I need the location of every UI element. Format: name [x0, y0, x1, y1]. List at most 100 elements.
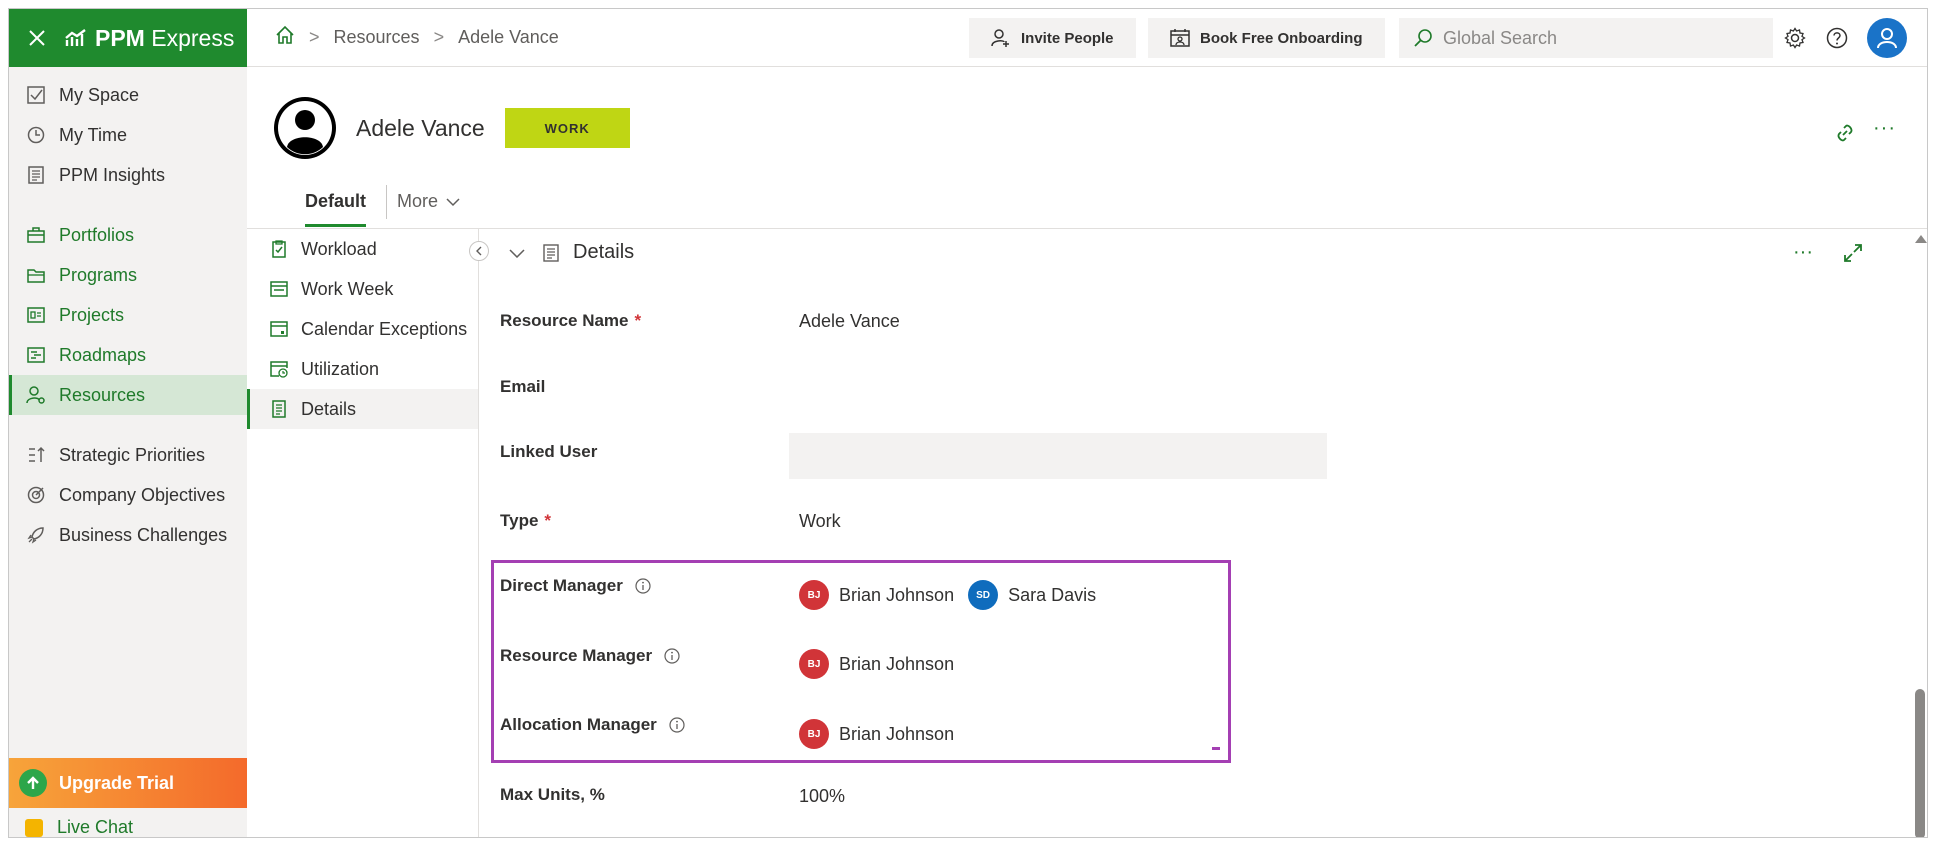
- info-icon[interactable]: [664, 648, 680, 664]
- settings-button[interactable]: [1783, 26, 1807, 50]
- add-person-icon: [991, 29, 1009, 47]
- resource-manager-field[interactable]: BJ Brian Johnson: [799, 649, 954, 679]
- allocation-manager-field[interactable]: BJ Brian Johnson: [799, 719, 954, 749]
- tab-divider: [386, 185, 388, 219]
- nav-item-label: Programs: [59, 264, 138, 285]
- linked-user-field[interactable]: [789, 433, 1327, 479]
- calendar-exception-icon: [269, 319, 289, 339]
- expand-section-button[interactable]: [1843, 243, 1863, 268]
- scrollbar-thumb[interactable]: [1915, 689, 1925, 837]
- gear-icon: [1784, 27, 1806, 49]
- breadcrumb-current: Adele Vance: [458, 27, 559, 47]
- nav-item-my-space[interactable]: My Space: [9, 75, 247, 115]
- nav-item-label: Roadmaps: [59, 344, 147, 365]
- nav-header: PPM Express: [9, 9, 247, 67]
- subnav-item-details[interactable]: Details: [247, 389, 478, 429]
- upgrade-label: Upgrade Trial: [59, 772, 175, 793]
- priority-icon: [25, 444, 47, 466]
- app-logo[interactable]: PPM Express: [65, 25, 234, 52]
- arrow-up-icon: [19, 769, 47, 797]
- tab-more[interactable]: More: [397, 179, 460, 212]
- tab-default[interactable]: Default: [305, 179, 367, 227]
- type-badge: WORK: [504, 108, 630, 148]
- help-icon: [1826, 27, 1848, 49]
- nav-item-my-time[interactable]: My Time: [9, 115, 247, 155]
- folders-icon: [25, 264, 47, 286]
- copy-link-button[interactable]: [1835, 123, 1855, 148]
- scroll-up-arrow[interactable]: [1915, 235, 1927, 243]
- type-field[interactable]: Work: [799, 511, 841, 532]
- info-icon[interactable]: [635, 578, 651, 594]
- nav-item-company-objectives[interactable]: Company Objectives: [9, 475, 247, 515]
- app-window: PPM Express My Space My Time PPM Insight…: [8, 8, 1928, 838]
- person-chip[interactable]: BJ Brian Johnson: [799, 580, 954, 610]
- email-field[interactable]: [799, 377, 1199, 401]
- direct-manager-label: Direct Manager: [500, 576, 651, 596]
- person-gear-icon: [25, 384, 47, 406]
- nav-item-strategic-priorities[interactable]: Strategic Priorities: [9, 435, 247, 475]
- upgrade-trial-button[interactable]: Upgrade Trial: [9, 758, 247, 808]
- resource-name-field[interactable]: Adele Vance: [799, 311, 900, 332]
- nav-item-portfolios[interactable]: Portfolios: [9, 215, 247, 255]
- user-avatar-button[interactable]: [1867, 18, 1907, 58]
- onboarding-label: Book Free Onboarding: [1200, 29, 1363, 47]
- chevron-down-icon: [509, 248, 525, 258]
- clipboard-check-icon: [269, 239, 289, 259]
- rocket-icon: [25, 524, 47, 546]
- subnav-item-utilization[interactable]: Utilization: [247, 349, 478, 389]
- required-marker: *: [634, 311, 642, 330]
- required-marker: *: [544, 511, 552, 530]
- nav-item-business-challenges[interactable]: Business Challenges: [9, 515, 247, 555]
- subnav-label: Work Week: [301, 278, 394, 299]
- nav-item-label: Business Challenges: [59, 524, 228, 545]
- live-chat-label: Live Chat: [57, 817, 134, 837]
- breadcrumb-resources[interactable]: Resources: [334, 27, 420, 48]
- nav-item-label: Strategic Priorities: [59, 444, 206, 465]
- person-name: Brian Johnson: [839, 723, 955, 744]
- field-label-text: Resource Name: [500, 311, 629, 330]
- tab-bar: Default More: [247, 179, 1927, 229]
- clock-icon: [25, 124, 47, 146]
- direct-manager-field[interactable]: BJ Brian Johnson SD Sara Davis: [799, 580, 1096, 610]
- details-section-header[interactable]: Details: [509, 241, 634, 264]
- live-chat-link[interactable]: Live Chat: [25, 817, 134, 837]
- nav-item-label: Company Objectives: [59, 484, 226, 505]
- resource-avatar: [274, 97, 336, 159]
- subnav-label: Details: [301, 398, 357, 419]
- nav-item-ppm-insights[interactable]: PPM Insights: [9, 155, 247, 195]
- search-icon: [1414, 29, 1432, 47]
- nav-item-label: Resources: [59, 384, 146, 405]
- max-units-field[interactable]: 100%: [799, 786, 845, 807]
- info-icon[interactable]: [669, 717, 685, 733]
- nav-item-roadmaps[interactable]: Roadmaps: [9, 335, 247, 375]
- global-search-input[interactable]: Global Search: [1399, 18, 1773, 58]
- subnav-item-calendar-exceptions[interactable]: Calendar Exceptions: [247, 309, 478, 349]
- project-icon: [25, 304, 47, 326]
- collapse-subnav-button[interactable]: [469, 241, 489, 261]
- home-icon[interactable]: [275, 25, 295, 50]
- book-onboarding-button[interactable]: Book Free Onboarding: [1148, 18, 1385, 58]
- field-label-text: Linked User: [500, 442, 598, 461]
- briefcase-icon: [25, 224, 47, 246]
- nav-item-resources[interactable]: Resources: [9, 375, 247, 415]
- more-options-button[interactable]: ···: [1873, 117, 1896, 140]
- left-navigation: PPM Express My Space My Time PPM Insight…: [9, 9, 247, 837]
- max-units-label: Max Units, %: [500, 785, 605, 805]
- subnav-item-work-week[interactable]: Work Week: [247, 269, 478, 309]
- nav-item-projects[interactable]: Projects: [9, 295, 247, 335]
- nav-item-programs[interactable]: Programs: [9, 255, 247, 295]
- invite-people-button[interactable]: Invite People: [969, 18, 1136, 58]
- field-label-text: Type: [500, 511, 539, 530]
- subnav-item-workload[interactable]: Workload: [247, 229, 478, 269]
- expand-icon: [1844, 244, 1862, 262]
- calendar-clock-icon: [269, 359, 289, 379]
- roadmap-icon: [25, 344, 47, 366]
- person-chip[interactable]: SD Sara Davis: [968, 580, 1096, 610]
- help-button[interactable]: [1825, 26, 1849, 50]
- person-chip[interactable]: BJ Brian Johnson: [799, 719, 954, 749]
- section-navigation: Workload Work Week Calendar Exceptions U…: [247, 229, 479, 837]
- close-nav-button[interactable]: [9, 29, 65, 47]
- section-more-button[interactable]: ···: [1793, 241, 1813, 264]
- linked-user-label: Linked User: [500, 442, 597, 462]
- person-chip[interactable]: BJ Brian Johnson: [799, 649, 954, 679]
